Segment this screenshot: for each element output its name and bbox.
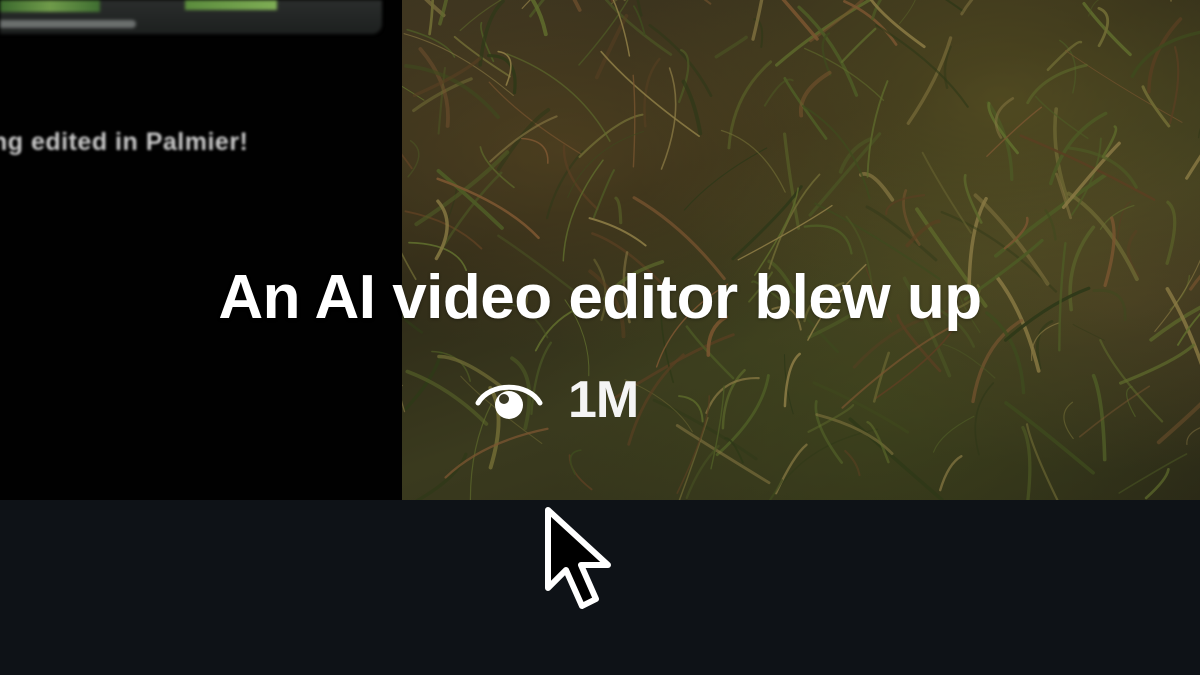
- grass-blade: [1078, 385, 1151, 438]
- grass-blade: [974, 382, 995, 456]
- grass-blade: [1185, 154, 1200, 180]
- eye-icon: [475, 384, 543, 419]
- grass-blade: [407, 139, 420, 178]
- grass-blade: [1156, 402, 1200, 445]
- grass-blade: [424, 0, 446, 18]
- grass-blade: [529, 0, 545, 18]
- grass-blade: [675, 424, 771, 485]
- grass-blade: [714, 35, 748, 59]
- grass-blade: [768, 479, 784, 500]
- grass-blade: [506, 53, 611, 142]
- grass-blade: [869, 0, 926, 49]
- grass-blade: [1168, 46, 1180, 125]
- grass-blade: [588, 217, 647, 247]
- grass-blade: [404, 351, 443, 411]
- grass-blade: [1118, 453, 1188, 494]
- grass-blade: [814, 400, 844, 464]
- grass-blade: [871, 0, 883, 21]
- grass-blade: [844, 449, 861, 477]
- grass-blade: [600, 50, 700, 138]
- grass-blade: [592, 169, 615, 219]
- grass-blade: [488, 81, 582, 155]
- headline-title: An AI video editor blew up: [218, 263, 982, 332]
- grass-blade: [865, 205, 938, 262]
- grass-blade: [402, 384, 406, 413]
- view-count: 1M: [474, 368, 639, 432]
- grass-blade: [569, 449, 582, 475]
- grass-blade: [681, 79, 703, 136]
- grass-blade: [705, 376, 760, 414]
- grass-blade: [797, 5, 859, 97]
- grass-blade: [1004, 401, 1095, 475]
- grass-blade: [614, 196, 623, 225]
- grass-blade: [578, 0, 629, 66]
- grass-blade: [1065, 50, 1183, 123]
- grass-blade: [604, 0, 673, 56]
- grass-blade: [414, 452, 468, 500]
- panel-caption: ng edited in Palmier!: [0, 128, 249, 156]
- grass-blade: [438, 0, 449, 26]
- grass-blade: [1186, 427, 1200, 445]
- grass-blade: [1116, 201, 1132, 246]
- grass-blade: [783, 352, 801, 408]
- video-frame: ng edited in Palmier! An AI video editor…: [0, 0, 1200, 675]
- grass-blade: [1063, 401, 1074, 440]
- grass-blade: [1058, 39, 1077, 94]
- grass-blade: [1035, 95, 1089, 140]
- grass-blade: [521, 137, 549, 164]
- grass-blade: [1170, 0, 1172, 2]
- grass-blade: [803, 224, 853, 255]
- grass-blade: [1119, 343, 1195, 385]
- grass-blade: [774, 443, 808, 495]
- grass-blade: [496, 107, 551, 172]
- grass-blade: [660, 67, 677, 170]
- grass-blade: [737, 204, 833, 261]
- mouse-pointer-icon: [545, 507, 611, 609]
- grass-blade: [1046, 40, 1083, 72]
- grass-blade: [960, 0, 974, 16]
- grass-blade: [898, 0, 916, 25]
- editor-timeline-strip: [0, 0, 382, 34]
- grass-blade: [939, 455, 963, 492]
- grass-blade: [809, 0, 865, 43]
- grass-blade: [403, 33, 514, 97]
- grass-blade: [804, 47, 885, 101]
- grass-blade: [1141, 85, 1171, 128]
- view-count-value: 1M: [568, 371, 639, 429]
- grass-blade: [677, 48, 690, 104]
- grass-blade: [428, 0, 434, 36]
- grass-blade: [781, 0, 819, 41]
- grass-blade: [1147, 17, 1183, 94]
- grass-blade: [1165, 200, 1177, 265]
- left-screen-panel: ng edited in Palmier!: [0, 0, 402, 500]
- grass-blade: [731, 185, 803, 261]
- grass-blade: [683, 147, 768, 211]
- grass-blade: [643, 57, 661, 128]
- grass-blade: [568, 454, 593, 491]
- grass-blade: [632, 74, 636, 168]
- grass-blade: [840, 27, 877, 64]
- grass-blade: [402, 153, 413, 170]
- grass-blade: [1068, 146, 1138, 189]
- grass-blade: [942, 343, 996, 379]
- grass-blade: [932, 415, 975, 453]
- grass-blade: [921, 151, 972, 234]
- grass-blade: [768, 173, 821, 270]
- grass-blade: [459, 0, 502, 32]
- grass-blade: [703, 0, 712, 5]
- grass-blade: [1144, 467, 1170, 500]
- grass-blade: [1021, 425, 1032, 500]
